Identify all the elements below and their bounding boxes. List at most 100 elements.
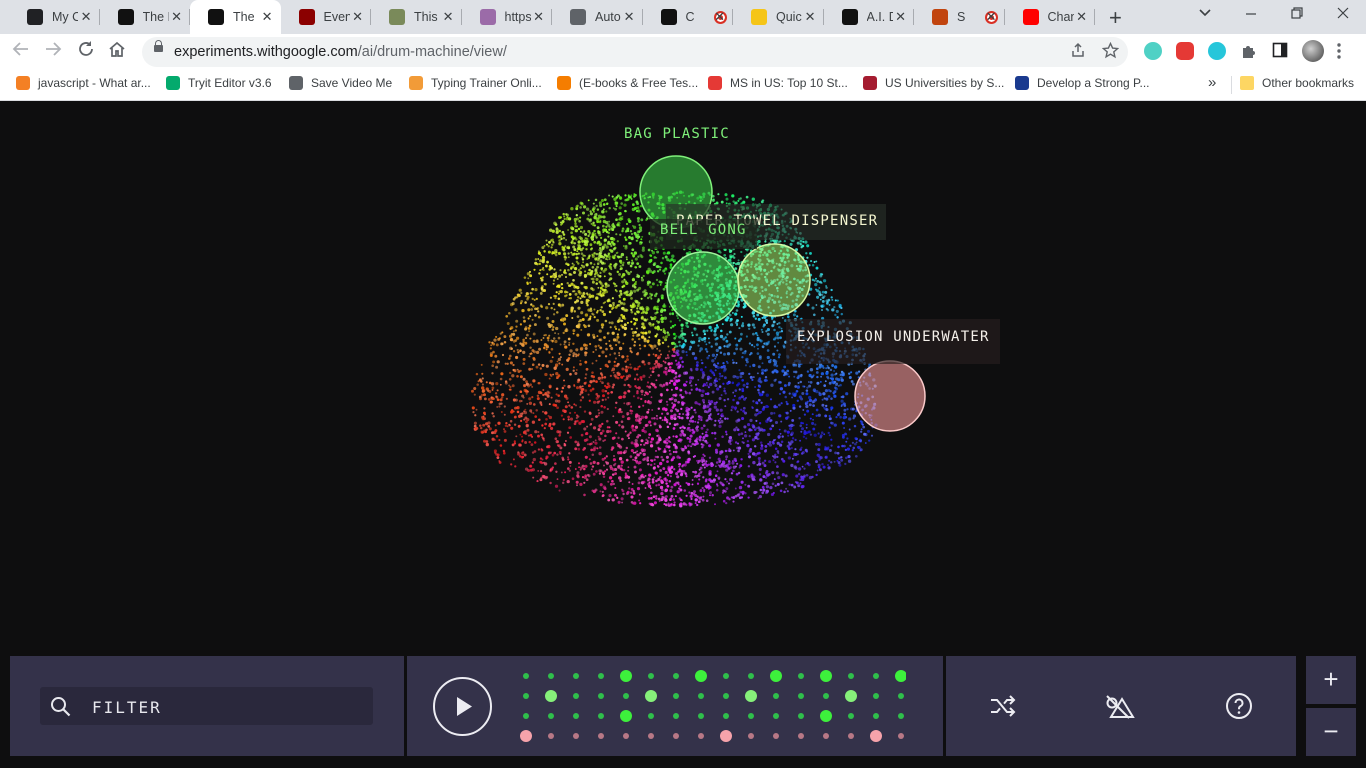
bookmark-item[interactable]: Tryit Editor v3.6 (166, 76, 272, 90)
zoom-out-button[interactable]: − (1306, 708, 1356, 756)
sequencer-step[interactable] (848, 673, 854, 679)
bookmark-star-icon[interactable] (1101, 41, 1120, 64)
sequencer-step[interactable] (698, 693, 704, 699)
sequencer-step[interactable] (898, 713, 904, 719)
sequencer-step[interactable] (598, 713, 604, 719)
sequencer-step[interactable] (723, 673, 729, 679)
sequencer-step-on[interactable] (520, 730, 532, 742)
sequencer-step-on[interactable] (745, 690, 757, 702)
zoom-in-button[interactable]: + (1306, 656, 1356, 704)
tab[interactable]: The I ✕ (190, 0, 281, 34)
tab[interactable]: S ✕ (914, 0, 1005, 34)
sequencer-step[interactable] (523, 713, 529, 719)
bookmark-item[interactable]: MS in US: Top 10 St... (708, 76, 848, 90)
sequencer-step-on[interactable] (845, 690, 857, 702)
new-tab-button[interactable]: + (1109, 5, 1122, 31)
sequencer-step[interactable] (673, 733, 679, 739)
sequencer-step[interactable] (898, 733, 904, 739)
sequencer-step[interactable] (523, 673, 529, 679)
shuffle-icon[interactable] (989, 693, 1017, 724)
sequencer-step[interactable] (873, 713, 879, 719)
tab[interactable]: My C ✕ (9, 0, 100, 34)
sequencer-step[interactable] (573, 733, 579, 739)
sequencer-step[interactable] (723, 713, 729, 719)
sequencer-step[interactable] (723, 693, 729, 699)
sequencer-step[interactable] (798, 673, 804, 679)
sequencer-step[interactable] (523, 693, 529, 699)
restore-icon[interactable] (1290, 6, 1304, 24)
sequencer-step-on[interactable] (695, 670, 707, 682)
bookmark-item[interactable]: (E-books & Free Tes... (557, 76, 698, 90)
sequencer-step[interactable] (573, 713, 579, 719)
sequencer-step[interactable] (798, 713, 804, 719)
close-tab-icon[interactable]: ✕ (986, 9, 997, 25)
side-panel-icon[interactable] (1272, 42, 1290, 60)
sequencer-step[interactable] (773, 733, 779, 739)
forward-button[interactable] (44, 40, 62, 64)
close-tab-icon[interactable]: ✕ (1076, 9, 1087, 25)
close-tab-icon[interactable]: ✕ (895, 9, 906, 25)
extension-red-icon[interactable] (1176, 42, 1194, 60)
sequencer-step[interactable] (698, 713, 704, 719)
bookmarks-overflow-button[interactable]: » (1208, 74, 1216, 91)
bookmark-item[interactable]: javascript - What ar... (16, 76, 151, 90)
sound-point-cloud[interactable] (0, 101, 1366, 651)
sequencer-step-on[interactable] (620, 710, 632, 722)
close-tab-icon[interactable]: ✕ (533, 9, 544, 25)
sequencer-step-on[interactable] (895, 670, 906, 682)
sequencer-step[interactable] (548, 713, 554, 719)
close-tab-icon[interactable]: ✕ (352, 9, 363, 25)
bookmark-item[interactable]: Save Video Me (289, 76, 392, 90)
sequencer-step[interactable] (673, 673, 679, 679)
close-tab-icon[interactable]: ✕ (624, 9, 635, 25)
sequencer-step-on[interactable] (770, 670, 782, 682)
sequencer-step[interactable] (573, 693, 579, 699)
tab[interactable]: C ✕ (643, 0, 733, 34)
tab[interactable]: Chan✕ (1005, 0, 1095, 34)
sequencer-step[interactable] (748, 673, 754, 679)
tab-search-chevron-icon[interactable] (1198, 5, 1212, 23)
sound-map-stage[interactable] (0, 101, 1366, 651)
extensions-puzzle-icon[interactable] (1240, 42, 1258, 60)
sequencer-step[interactable] (648, 673, 654, 679)
sequencer-step[interactable] (573, 673, 579, 679)
tab[interactable]: This I✕ (371, 0, 462, 34)
filter-input[interactable] (40, 687, 373, 725)
sequencer-step[interactable] (598, 673, 604, 679)
bookmark-item[interactable]: Typing Trainer Onli... (409, 76, 542, 90)
help-icon[interactable] (1225, 692, 1253, 725)
extension-blue-icon[interactable] (1144, 42, 1162, 60)
sequencer-step-on[interactable] (720, 730, 732, 742)
sequencer-step-on[interactable] (820, 670, 832, 682)
sequencer-step-on[interactable] (820, 710, 832, 722)
sequencer-step[interactable] (773, 693, 779, 699)
sequencer-step[interactable] (748, 733, 754, 739)
sequencer-step[interactable] (548, 673, 554, 679)
tab[interactable]: https ✕ (462, 0, 552, 34)
back-button[interactable] (12, 40, 30, 64)
shapes-icon[interactable] (1105, 694, 1135, 725)
bookmark-item[interactable]: US Universities by S... (863, 76, 1004, 90)
sequencer-step[interactable] (673, 693, 679, 699)
sequencer-step[interactable] (798, 733, 804, 739)
tab[interactable]: Auto ✕ (552, 0, 643, 34)
sequencer-step[interactable] (873, 693, 879, 699)
sequencer-step[interactable] (548, 733, 554, 739)
sequencer-step-on[interactable] (645, 690, 657, 702)
sequencer-step[interactable] (848, 713, 854, 719)
sequencer-step[interactable] (873, 673, 879, 679)
step-sequencer-grid[interactable] (506, 661, 906, 751)
close-tab-icon[interactable]: ✕ (81, 9, 92, 25)
chrome-menu-icon[interactable] (1336, 42, 1342, 66)
tab[interactable]: Even ✕ (281, 0, 371, 34)
sequencer-step[interactable] (598, 693, 604, 699)
sequencer-step[interactable] (848, 733, 854, 739)
play-button[interactable] (432, 676, 493, 742)
reload-button[interactable] (77, 40, 95, 64)
close-tab-icon[interactable]: ✕ (805, 9, 816, 25)
sequencer-step[interactable] (598, 733, 604, 739)
sequencer-step[interactable] (823, 733, 829, 739)
sequencer-step[interactable] (673, 713, 679, 719)
sequencer-step-on[interactable] (870, 730, 882, 742)
sequencer-step[interactable] (648, 733, 654, 739)
